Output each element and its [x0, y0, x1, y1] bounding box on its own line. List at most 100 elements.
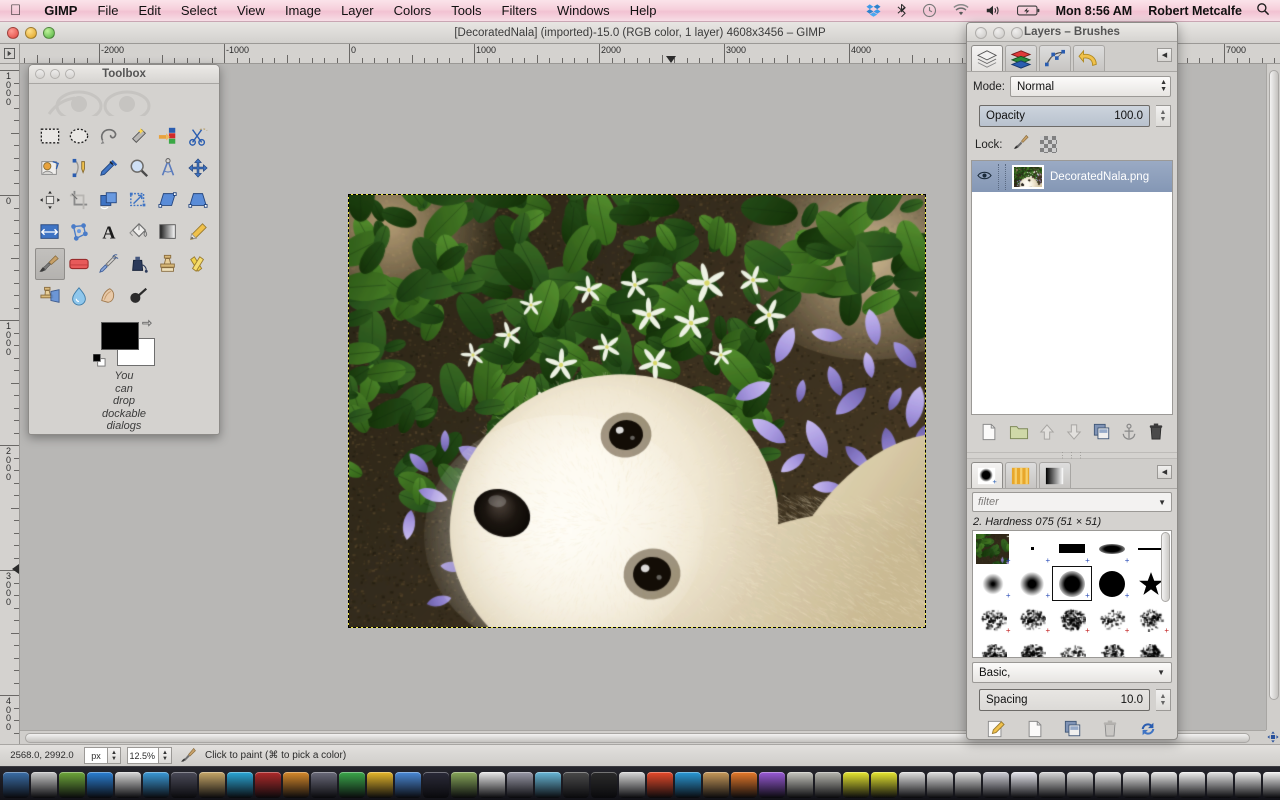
menu-item-filters[interactable]: Filters [492, 3, 547, 18]
dock-app-icon[interactable] [59, 772, 85, 798]
wifi-icon[interactable] [945, 4, 977, 17]
vertical-ruler[interactable]: 100001000200030004000 [0, 64, 20, 744]
menu-item-tools[interactable]: Tools [441, 3, 491, 18]
dock-app-icon[interactable] [619, 772, 645, 798]
apple-logo-icon[interactable]:  [10, 3, 21, 18]
dock-app-icon[interactable] [507, 772, 533, 798]
volume-icon[interactable] [977, 4, 1009, 17]
menu-item-view[interactable]: View [227, 3, 275, 18]
refresh-brushes-button[interactable] [1139, 720, 1157, 740]
new-brush-button[interactable] [1026, 720, 1044, 740]
brushes-tab-menu-button[interactable]: ◀ [1157, 465, 1172, 479]
eraser-tool[interactable] [65, 248, 95, 280]
layer-name[interactable]: DecoratedNala.png [1050, 171, 1149, 183]
dock-app-icon[interactable] [927, 772, 953, 798]
blur-sharpen-tool[interactable] [65, 280, 95, 312]
edit-brush-button[interactable] [987, 720, 1005, 740]
brush-item[interactable] [1013, 636, 1053, 658]
brush-item-selected[interactable]: + [1052, 566, 1092, 601]
layer-chain-column[interactable] [998, 164, 999, 190]
dock-app-icon[interactable] [1263, 772, 1280, 798]
crop-tool[interactable] [65, 184, 95, 216]
layer-visibility-icon[interactable] [976, 170, 992, 184]
spacing-stepper[interactable]: ▲▼ [1156, 689, 1171, 711]
brushes-tab[interactable]: + [971, 462, 1003, 488]
dock-app-icon[interactable] [451, 772, 477, 798]
dock-app-icon[interactable] [479, 772, 505, 798]
dock-app-icon[interactable] [983, 772, 1009, 798]
opacity-slider[interactable]: Opacity 100.0 [979, 105, 1150, 127]
paintbrush-tool[interactable] [35, 248, 65, 280]
wilber-drop-area[interactable] [29, 84, 219, 116]
pencil-tool[interactable] [183, 216, 213, 248]
chevron-down-icon[interactable]: ▼ [1157, 668, 1165, 677]
bucket-fill-tool[interactable] [124, 216, 154, 248]
duplicate-brush-button[interactable] [1064, 720, 1082, 740]
brush-grid[interactable]: + + + + + + + + + + + + + + + [972, 530, 1172, 658]
brush-item[interactable] [1131, 636, 1171, 658]
move-tool[interactable] [183, 152, 213, 184]
dock-minimize-button[interactable] [993, 27, 1005, 39]
dock-app-icon[interactable] [591, 772, 617, 798]
rotate-tool[interactable] [94, 184, 124, 216]
brush-item[interactable]: + [1131, 601, 1171, 636]
channels-tab[interactable] [1005, 45, 1037, 71]
ellipse-select-tool[interactable] [65, 120, 95, 152]
chevron-down-icon[interactable]: ▼ [1158, 498, 1166, 507]
zoom-stepper[interactable]: ▲▼ [159, 747, 172, 764]
minimize-window-button[interactable] [25, 27, 37, 39]
dock-app-icon[interactable] [1151, 772, 1177, 798]
dock-app-icon[interactable] [1067, 772, 1093, 798]
default-colors-icon[interactable] [93, 354, 106, 367]
layer-lock-column[interactable] [1005, 164, 1006, 190]
scissors-select-tool[interactable] [183, 120, 213, 152]
toolbox-close-button[interactable] [35, 69, 45, 79]
zoom-tool[interactable] [124, 152, 154, 184]
dock-app-icon[interactable] [255, 772, 281, 798]
dock-app-icon[interactable] [395, 772, 421, 798]
foreground-color-swatch[interactable] [101, 322, 139, 350]
toolbox-zoom-button[interactable] [65, 69, 75, 79]
layer-mode-stepper[interactable]: ▲▼ [1160, 79, 1167, 93]
unit-stepper[interactable]: ▲▼ [108, 747, 121, 764]
flip-tool[interactable] [35, 216, 65, 248]
perspective-clone-tool[interactable] [35, 280, 65, 312]
cage-transform-tool[interactable] [65, 216, 95, 248]
dock-app-icon[interactable] [563, 772, 589, 798]
layer-list[interactable]: DecoratedNala.png [971, 160, 1173, 415]
layers-tab[interactable] [971, 45, 1003, 71]
navigation-preview-button[interactable] [1266, 730, 1280, 744]
brush-item[interactable] [1052, 636, 1092, 658]
scale-tool[interactable] [124, 184, 154, 216]
dock-app-icon[interactable] [87, 772, 113, 798]
dock-app-icon[interactable] [647, 772, 673, 798]
airbrush-tool[interactable] [94, 248, 124, 280]
dock-app-icon[interactable] [787, 772, 813, 798]
paths-tab[interactable] [1039, 45, 1071, 71]
menu-item-image[interactable]: Image [275, 3, 331, 18]
dock-app-icon[interactable] [1179, 772, 1205, 798]
undo-history-tab[interactable] [1073, 45, 1105, 71]
canvas-vertical-scrollbar[interactable] [1266, 64, 1280, 744]
dock-app-icon[interactable] [899, 772, 925, 798]
menubar-username[interactable]: Robert Metcalfe [1140, 4, 1250, 18]
dock-app-icon[interactable] [199, 772, 225, 798]
brush-item[interactable]: + [973, 601, 1013, 636]
brush-item[interactable]: + [973, 566, 1013, 601]
menu-item-windows[interactable]: Windows [547, 3, 620, 18]
patterns-tab[interactable] [1005, 462, 1037, 488]
dock-app-icon[interactable] [815, 772, 841, 798]
dropbox-icon[interactable] [858, 3, 889, 18]
dock-close-button[interactable] [975, 27, 987, 39]
perspective-tool[interactable] [183, 184, 213, 216]
dock-app-icon[interactable] [843, 772, 869, 798]
spotlight-search-icon[interactable] [1250, 2, 1280, 19]
close-window-button[interactable] [7, 27, 19, 39]
measure-tool[interactable] [154, 152, 184, 184]
free-select-tool[interactable] [94, 120, 124, 152]
dock-app-icon[interactable] [311, 772, 337, 798]
alignment-tool[interactable] [35, 184, 65, 216]
dock-zoom-button[interactable] [1011, 27, 1023, 39]
delete-layer-button[interactable] [1148, 423, 1164, 446]
gradients-tab[interactable] [1039, 462, 1071, 488]
